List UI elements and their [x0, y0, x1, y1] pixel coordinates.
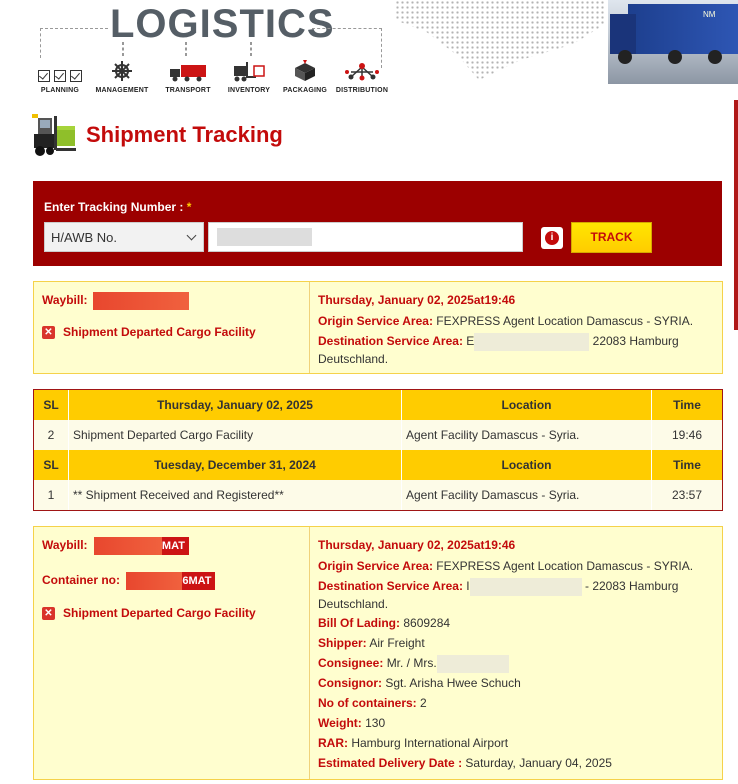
- result-details: Thursday, January 02, 2025at19:46 Origin…: [310, 527, 722, 782]
- brand-decor-line: [185, 42, 187, 56]
- info-icon: i: [545, 231, 559, 245]
- col-date: Thursday, January 02, 2025: [69, 390, 402, 420]
- result-details: Thursday, January 02, 2025at19:46 Origin…: [310, 282, 722, 377]
- cell-sl: 1: [34, 480, 69, 510]
- truck-icon: [169, 60, 207, 82]
- status-date: Thursday, January 02, 2025at19:46: [318, 538, 516, 552]
- col-sl: SL: [34, 390, 69, 420]
- forklift-icon: [30, 112, 78, 158]
- col-time: Time: [673, 458, 701, 472]
- info-button[interactable]: i: [541, 227, 563, 249]
- brand-decor-line: [122, 42, 124, 56]
- cell-event: ** Shipment Received and Registered**: [69, 480, 402, 510]
- redacted-container: [126, 572, 183, 590]
- container-value: 6MAT: [126, 572, 216, 590]
- destination-row: Destination Service Area: I - 22083 Hamb…: [318, 578, 679, 611]
- col-location: Location: [402, 450, 652, 480]
- table-header-row: SL Thursday, January 02, 2025 Location T…: [34, 390, 722, 420]
- tracking-type-select[interactable]: H/AWB No.: [44, 222, 204, 252]
- col-time: Time: [673, 398, 701, 412]
- container-row: Container no: 6MAT: [42, 572, 216, 590]
- close-icon: ✕: [42, 606, 55, 620]
- redacted-waybill: [93, 537, 162, 555]
- chevron-down-icon: [186, 230, 197, 241]
- page-title-row: Shipment Tracking: [30, 110, 283, 160]
- ship-wheel-icon: [111, 60, 133, 82]
- track-button[interactable]: TRACK: [571, 222, 652, 253]
- detail-row-consignor: Consignor: Sgt. Arisha Hwee Schuch: [318, 676, 521, 690]
- origin-row: Origin Service Area: FEXPRESS Agent Loca…: [318, 314, 694, 328]
- tracking-number-label: Enter Tracking Number : *: [44, 200, 192, 214]
- header-item-distribution: DISTRIBUTION: [330, 60, 394, 94]
- header-icon-row: PLANNING MANAGEMENT TRANSPORT INVENTORY: [34, 60, 394, 94]
- destination-row: Destination Service Area: E 22083 Hambur…: [318, 333, 679, 366]
- network-icon: [345, 60, 379, 82]
- cell-sl: 2: [34, 420, 69, 450]
- redacted-address: [474, 333, 590, 351]
- cell-location: Agent Facility Damascus - Syria.: [402, 420, 652, 450]
- cell-event: Shipment Departed Cargo Facility: [69, 420, 402, 450]
- header-item-packaging: PACKAGING: [280, 60, 330, 94]
- status-row: ✕ Shipment Departed Cargo Facility: [42, 606, 256, 620]
- header-item-management: MANAGEMENT: [86, 60, 158, 94]
- col-date: Tuesday, December 31, 2024: [69, 450, 402, 480]
- waybill-value: MAT: [93, 537, 189, 555]
- truck-wheel: [618, 50, 632, 64]
- tracking-number-input[interactable]: [208, 222, 523, 252]
- box-icon: [293, 60, 317, 82]
- brand-decor-line: [40, 28, 108, 58]
- truck-cab-image: [610, 14, 636, 54]
- redacted-waybill: [92, 292, 189, 310]
- tracking-form: Enter Tracking Number : * H/AWB No. i TR…: [33, 181, 722, 266]
- result-summary: Waybill: MAT Container no: 6MAT ✕ Shipme…: [34, 527, 310, 779]
- page-title: Shipment Tracking: [86, 122, 283, 147]
- detail-row-weight: Weight: 130: [318, 716, 386, 730]
- redacted-address: [469, 578, 582, 596]
- detail-row-bill-of-lading: Bill Of Lading: 8609284: [318, 616, 451, 630]
- tracking-history-table: SL Thursday, January 02, 2025 Location T…: [33, 389, 723, 511]
- table-row: 2 Shipment Departed Cargo Facility Agent…: [34, 420, 722, 450]
- detail-row-consignee: Consignee: Mr. / Mrs.: [318, 653, 714, 673]
- truck-wheel: [708, 50, 722, 64]
- page: LOGISTICS NM PLANNING MANAGEMENT TRANSPO…: [0, 0, 738, 784]
- truck-wheel: [668, 50, 682, 64]
- waybill-row: Waybill: MAT: [42, 537, 189, 555]
- world-map-image: [395, 0, 605, 80]
- side-accent-bar: [734, 100, 738, 330]
- status-date: Thursday, January 02, 2025at19:46: [318, 293, 516, 307]
- status-row: ✕ Shipment Departed Cargo Facility: [42, 325, 256, 339]
- truck-container-image: [628, 4, 738, 54]
- site-header: LOGISTICS NM PLANNING MANAGEMENT TRANSPO…: [0, 0, 738, 102]
- detail-row-shipper: Shipper: Air Freight: [318, 636, 425, 650]
- waybill-row: Waybill:: [42, 292, 189, 310]
- origin-row: Origin Service Area: FEXPRESS Agent Loca…: [318, 559, 694, 573]
- truck-label: NM: [703, 10, 716, 19]
- redacted-value: [217, 228, 312, 246]
- detail-row-containers: No of containers: 2: [318, 696, 427, 710]
- checkbox-icon: [36, 60, 84, 82]
- table-row: 1 ** Shipment Received and Registered** …: [34, 480, 722, 510]
- close-icon: ✕: [42, 325, 55, 339]
- header-item-planning: PLANNING: [34, 60, 86, 94]
- table-header-row: SL Tuesday, December 31, 2024 Location T…: [34, 450, 722, 480]
- shipment-detail-card: Waybill: MAT Container no: 6MAT ✕ Shipme…: [33, 526, 723, 780]
- cell-time: 23:57: [671, 488, 703, 502]
- required-mark: *: [186, 200, 192, 214]
- cell-location: Agent Facility Damascus - Syria.: [402, 480, 652, 510]
- col-sl: SL: [34, 450, 69, 480]
- brand-decor-line: [250, 42, 252, 56]
- header-item-transport: TRANSPORT: [158, 60, 218, 94]
- truck-photo: NM: [608, 0, 738, 84]
- detail-row-rar: RAR: Hamburg International Airport: [318, 736, 509, 750]
- brand-logo-text: LOGISTICS: [110, 2, 335, 46]
- redacted-name: [436, 654, 509, 673]
- forklift-icon: [232, 60, 266, 82]
- detail-row-delivery-date: Estimated Delivery Date : Saturday, Janu…: [318, 756, 612, 770]
- result-summary: Waybill: ✕ Shipment Departed Cargo Facil…: [34, 282, 310, 373]
- header-item-inventory: INVENTORY: [218, 60, 280, 94]
- shipment-result-card: Waybill: ✕ Shipment Departed Cargo Facil…: [33, 281, 723, 374]
- cell-time: 19:46: [671, 428, 703, 442]
- col-location: Location: [402, 390, 652, 420]
